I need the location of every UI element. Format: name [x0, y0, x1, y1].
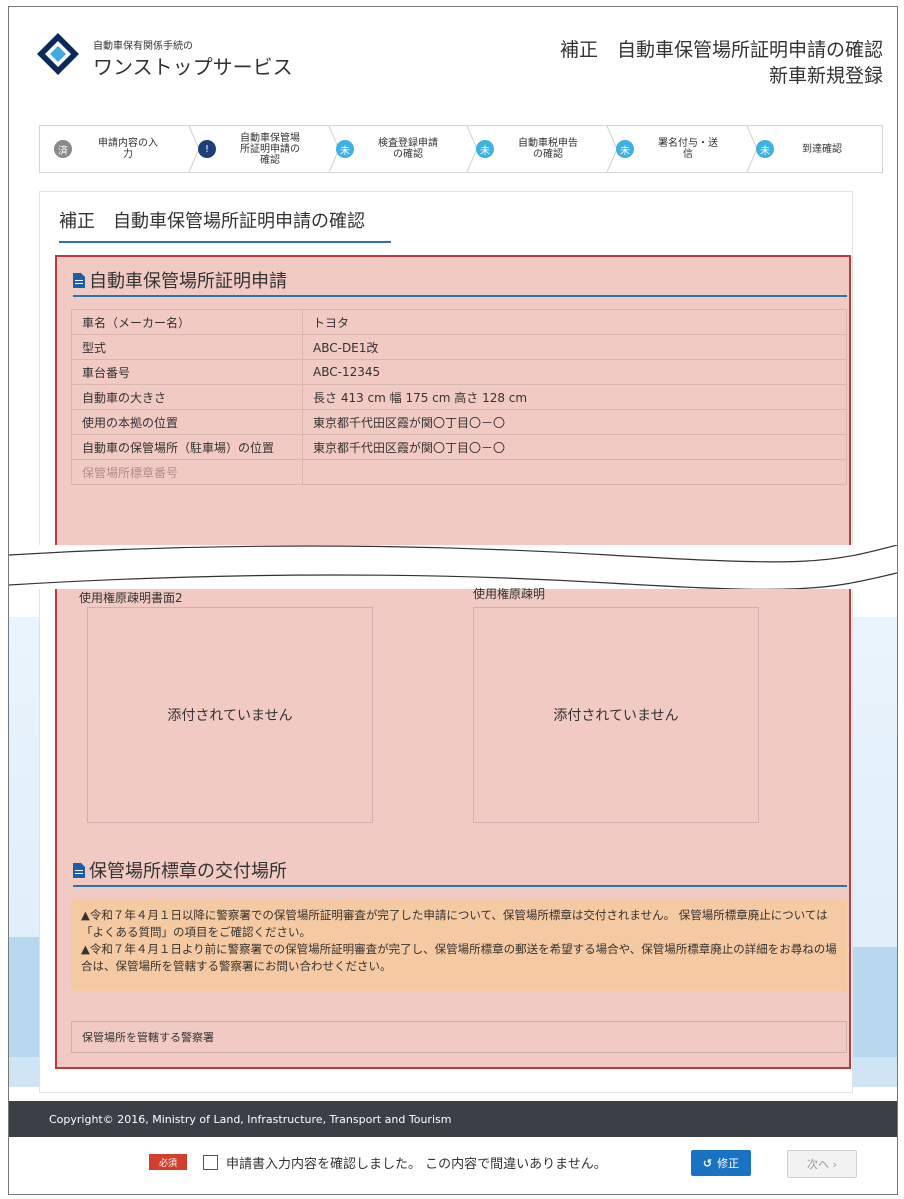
panel-title: 補正 自動車保管場所証明申請の確認	[59, 211, 365, 232]
section-underline	[73, 885, 847, 887]
step-label: 申請内容の入 力	[98, 138, 158, 160]
section-underline	[73, 295, 847, 297]
service-logo-icon	[37, 33, 79, 75]
row-value	[302, 459, 847, 485]
info-table: 車名（メーカー名） トヨタ 型式 ABC-DE1改 車台番号 ABC-12345 自動車の大…	[71, 309, 847, 485]
step-5: 未 署名付与・送 信	[616, 126, 758, 172]
screenshot-break	[9, 545, 897, 589]
step-status-icon: 未	[756, 140, 774, 158]
footer: Copyright© 2016, Ministry of Land, Infra…	[9, 1101, 897, 1137]
attachment-label-1: 使用権原疎明書面2	[79, 591, 183, 605]
row-label: 車名（メーカー名）	[71, 309, 303, 335]
step-status-icon: 未	[616, 140, 634, 158]
next-button[interactable]: 次へ ›	[787, 1150, 857, 1178]
step-status-icon: 未	[336, 140, 354, 158]
fix-button[interactable]: ↺ 修正	[691, 1150, 751, 1176]
page-title: 補正 自動車保管場所証明申請の確認 新車新規登録	[560, 37, 883, 89]
document-icon	[73, 862, 85, 878]
brand-subtitle: 自動車保有関係手続の	[93, 41, 193, 52]
confirm-checkbox[interactable]	[203, 1155, 218, 1170]
row-label: 型式	[71, 334, 303, 360]
required-badge: 必須	[149, 1154, 187, 1170]
step-label: 署名付与・送 信	[658, 138, 718, 160]
table-row: 保管場所標章番号	[71, 459, 847, 485]
row-value: ABC-DE1改	[302, 334, 847, 360]
attachment-label-2: 使用権原疎明	[473, 587, 546, 601]
attachment-empty-text: 添付されていません	[167, 708, 293, 724]
table-row: 車台番号 ABC-12345	[71, 359, 847, 385]
step-2: ! 自動車保管場 所証明申請の 確認	[198, 126, 340, 172]
notice-line-2: ▲令和７年４月１日より前に警察署での保管場所証明審査が完了し、保管場所標章の郵送…	[81, 942, 837, 973]
app-window: 自動車保有関係手続の ワンストップサービス 補正 自動車保管場所証明申請の確認 …	[8, 6, 898, 1195]
next-button-label: 次へ ›	[807, 1158, 837, 1171]
row-value: 東京都千代田区霞が関〇丁目〇－〇	[302, 409, 847, 435]
attachment-box-1: 添付されていません	[87, 607, 373, 823]
step-status-icon: !	[198, 140, 216, 158]
page-title-line2: 新車新規登録	[768, 65, 883, 87]
step-4: 未 自動車税申告 の確認	[476, 126, 618, 172]
table-row: 使用の本拠の位置 東京都千代田区霞が関〇丁目〇－〇	[71, 409, 847, 435]
confirm-label[interactable]: 申請書入力内容を確認しました。 この内容で間違いありません。	[226, 1153, 607, 1172]
row-value: 長さ 413 cm 幅 175 cm 高さ 128 cm	[302, 384, 847, 410]
table-row: 型式 ABC-DE1改	[71, 334, 847, 360]
section-title-text: 自動車保管場所証明申請	[89, 271, 287, 292]
row-value: ABC-12345	[302, 359, 847, 385]
row-label: 自動車の保管場所（駐車場）の位置	[71, 434, 303, 460]
document-icon	[73, 272, 85, 288]
page-title-line1: 補正 自動車保管場所証明申請の確認	[559, 39, 883, 61]
step-status-icon: 未	[476, 140, 494, 158]
step-label: 検査登録申請 の確認	[378, 138, 438, 160]
table-row: 自動車の大きさ 長さ 413 cm 幅 175 cm 高さ 128 cm	[71, 384, 847, 410]
undo-icon: ↺	[702, 1156, 713, 1170]
panel-title-underline	[59, 241, 391, 243]
fix-button-label: 修正	[717, 1157, 740, 1170]
row-label: 使用の本拠の位置	[71, 409, 303, 435]
row-label: 保管場所標章番号	[71, 459, 303, 485]
row-label: 車台番号	[71, 359, 303, 385]
step-label: 自動車税申告 の確認	[518, 138, 578, 160]
attachment-box-2: 添付されていません	[473, 607, 759, 823]
section-title-text: 保管場所標章の交付場所	[89, 861, 287, 882]
table-row: 車名（メーカー名） トヨタ	[71, 309, 847, 335]
step-1: 済 申請内容の入 力	[54, 126, 200, 172]
warning-notice: ▲令和７年４月１日以降に警察署での保管場所証明審査が完了した申請について、保管場…	[71, 899, 847, 991]
step-status-icon: 済	[54, 140, 72, 158]
step-label: 到達確認	[802, 143, 842, 155]
section-title-parking-certificate: 自動車保管場所証明申請	[73, 267, 287, 293]
police-station-field: 保管場所を管轄する警察署	[71, 1021, 847, 1053]
attachment-empty-text: 添付されていません	[553, 708, 679, 724]
step-label: 自動車保管場 所証明申請の 確認	[240, 132, 300, 166]
police-station-label: 保管場所を管轄する警察署	[82, 1031, 214, 1044]
copyright-text: Copyright© 2016, Ministry of Land, Infra…	[49, 1112, 452, 1126]
brand-title: ワンストップサービス	[93, 55, 293, 79]
table-row: 自動車の保管場所（駐車場）の位置 東京都千代田区霞が関〇丁目〇－〇	[71, 434, 847, 460]
step-6: 未 到達確認	[756, 126, 880, 172]
row-value: トヨタ	[302, 309, 847, 335]
progress-steps: 済 申請内容の入 力! 自動車保管場 所証明申請の 確認 未 検査登録申請 の確認 未 自動…	[39, 125, 883, 173]
section-title-badge-delivery: 保管場所標章の交付場所	[73, 857, 287, 883]
notice-line-1: ▲令和７年４月１日以降に警察署での保管場所証明審査が完了した申請について、保管場…	[81, 908, 828, 939]
step-3: 未 検査登録申請 の確認	[336, 126, 478, 172]
row-value: 東京都千代田区霞が関〇丁目〇－〇	[302, 434, 847, 460]
row-label: 自動車の大きさ	[71, 384, 303, 410]
